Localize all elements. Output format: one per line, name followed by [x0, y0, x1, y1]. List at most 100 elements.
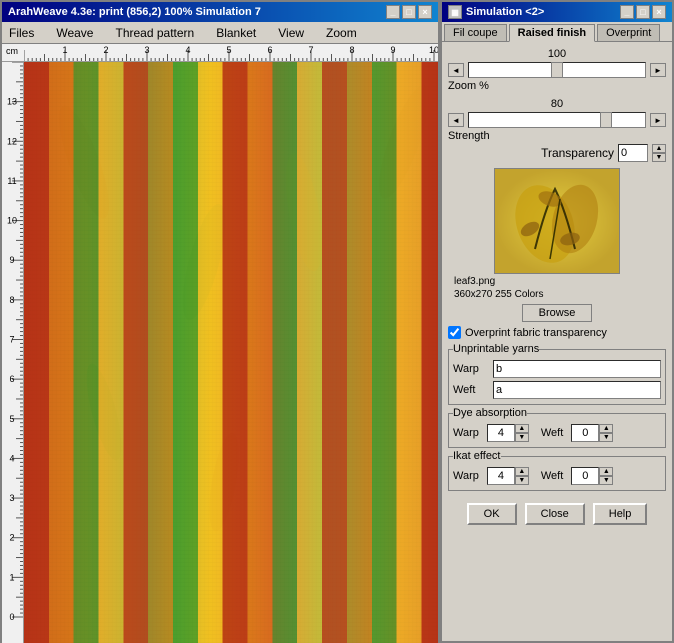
- strength-value: 80: [551, 98, 563, 110]
- menu-bar: Files Weave Thread pattern Blanket View …: [2, 22, 438, 44]
- svg-text:2: 2: [103, 45, 108, 55]
- dye-warp-spinbox: ▲ ▼: [487, 424, 529, 442]
- menu-files[interactable]: Files: [6, 25, 37, 41]
- dye-warp-input[interactable]: [487, 424, 515, 442]
- zoom-scroll-right[interactable]: ►: [650, 63, 666, 77]
- svg-text:1: 1: [9, 572, 14, 582]
- ikat-effect-legend: Ikat effect: [453, 450, 501, 462]
- weft-unprintable-input[interactable]: [493, 381, 661, 399]
- minimize-button[interactable]: _: [386, 5, 400, 19]
- svg-text:3: 3: [9, 493, 14, 503]
- svg-text:3: 3: [144, 45, 149, 55]
- dye-warp-up[interactable]: ▲: [515, 424, 529, 433]
- menu-view[interactable]: View: [275, 25, 307, 41]
- ikat-weft-down[interactable]: ▼: [599, 476, 613, 485]
- svg-text:4: 4: [9, 453, 14, 463]
- menu-zoom[interactable]: Zoom: [323, 25, 360, 41]
- vertical-ruler: (function() { var svg = document.current…: [2, 62, 24, 643]
- dye-warp-spinbtns: ▲ ▼: [515, 424, 529, 442]
- stripe-overlay: [24, 62, 438, 643]
- image-filename: leaf3.png: [454, 276, 660, 287]
- svg-text:12: 12: [7, 136, 17, 146]
- maximize-button[interactable]: □: [402, 5, 416, 19]
- svg-text:11: 11: [7, 176, 16, 186]
- zoom-scroll-left[interactable]: ◄: [448, 63, 464, 77]
- sim-title: Simulation <2>: [466, 6, 544, 18]
- tab-overprint[interactable]: Overprint: [597, 24, 660, 41]
- leaf-image-svg: [495, 169, 620, 274]
- image-dimensions: 360x270 255 Colors: [454, 289, 660, 300]
- strength-slider[interactable]: [468, 112, 646, 128]
- ikat-weft-input[interactable]: [571, 467, 599, 485]
- tab-bar: Fil coupe Raised finish Overprint: [442, 22, 672, 42]
- transparency-down[interactable]: ▼: [652, 153, 666, 162]
- image-preview-container: [494, 168, 620, 274]
- bottom-buttons: OK Close Help: [448, 499, 666, 529]
- horizontal-ruler: cm (function() { var svg = document.curr…: [2, 44, 438, 62]
- strength-scroll-left[interactable]: ◄: [448, 113, 464, 127]
- zoom-slider-container: ◄ ►: [448, 62, 666, 78]
- svg-text:9: 9: [9, 255, 14, 265]
- close-button[interactable]: ×: [418, 5, 432, 19]
- menu-weave[interactable]: Weave: [53, 25, 96, 41]
- dye-weft-up[interactable]: ▲: [599, 424, 613, 433]
- overprint-checkbox[interactable]: [448, 326, 461, 339]
- strength-slider-container: ◄ ►: [448, 112, 666, 128]
- dye-weft-input[interactable]: [571, 424, 599, 442]
- svg-text:5: 5: [226, 45, 231, 55]
- sim-minimize-button[interactable]: _: [620, 5, 634, 19]
- strength-scroll-right[interactable]: ►: [650, 113, 666, 127]
- transparency-spinbtn: ▲ ▼: [652, 144, 666, 162]
- canvas-area: (function() { var svg = document.current…: [2, 62, 438, 643]
- ikat-weft-spinbtns: ▲ ▼: [599, 467, 613, 485]
- dye-absorption-section: Dye absorption Warp ▲ ▼ Weft ▲ ▼: [448, 407, 666, 448]
- tab-raised-finish[interactable]: Raised finish: [509, 24, 595, 42]
- sim-maximize-button[interactable]: □: [636, 5, 650, 19]
- help-button[interactable]: Help: [593, 503, 648, 525]
- zoom-label: Zoom %: [448, 80, 666, 92]
- ikat-warp-spinbtns: ▲ ▼: [515, 467, 529, 485]
- main-window: ArahWeave 4.3e: print (856,2) 100% Simul…: [0, 0, 440, 643]
- svg-text:9: 9: [390, 45, 395, 55]
- transparency-up[interactable]: ▲: [652, 144, 666, 153]
- zoom-slider[interactable]: [468, 62, 646, 78]
- menu-thread-pattern[interactable]: Thread pattern: [112, 25, 197, 41]
- svg-text:8: 8: [9, 295, 14, 305]
- fabric-image: [24, 62, 438, 643]
- overprint-label: Overprint fabric transparency: [465, 327, 607, 339]
- dye-weft-down[interactable]: ▼: [599, 433, 613, 442]
- svg-text:13: 13: [7, 97, 17, 107]
- menu-blanket[interactable]: Blanket: [213, 25, 259, 41]
- ok-button[interactable]: OK: [467, 503, 517, 525]
- svg-text:10: 10: [429, 45, 438, 55]
- ikat-warp-up[interactable]: ▲: [515, 467, 529, 476]
- ikat-weft-up[interactable]: ▲: [599, 467, 613, 476]
- ikat-warp-down[interactable]: ▼: [515, 476, 529, 485]
- transparency-input[interactable]: [618, 144, 648, 162]
- weft-unprintable-label: Weft: [453, 384, 489, 396]
- svg-text:10: 10: [7, 216, 17, 226]
- warp-unprintable-input[interactable]: [493, 360, 661, 378]
- ikat-warp-input[interactable]: [487, 467, 515, 485]
- browse-button[interactable]: Browse: [522, 304, 593, 322]
- unprintable-yarns-section: Unprintable yarns Warp Weft: [448, 343, 666, 405]
- dye-weft-spinbtns: ▲ ▼: [599, 424, 613, 442]
- close-dialog-button[interactable]: Close: [525, 503, 585, 525]
- window-controls: _ □ ×: [386, 5, 432, 19]
- svg-text:2: 2: [9, 533, 14, 543]
- svg-text:6: 6: [267, 45, 272, 55]
- fabric-canvas: [24, 62, 438, 643]
- sim-icon: ▦: [448, 5, 462, 19]
- strength-value-row: 80: [448, 98, 666, 110]
- ikat-warp-label: Warp: [453, 470, 479, 482]
- panel-content: 100 ◄ ► Zoom % 80 ◄ ► Strength Transpare…: [442, 42, 672, 535]
- dye-warp-down[interactable]: ▼: [515, 433, 529, 442]
- tab-fil-coupe[interactable]: Fil coupe: [444, 24, 507, 41]
- svg-text:7: 7: [9, 335, 14, 345]
- svg-text:0: 0: [9, 612, 14, 622]
- weft-unprintable-row: Weft: [453, 381, 661, 399]
- unprintable-yarns-legend: Unprintable yarns: [453, 343, 539, 355]
- overprint-checkbox-row: Overprint fabric transparency: [448, 326, 666, 339]
- svg-text:7: 7: [308, 45, 313, 55]
- sim-close-button[interactable]: ×: [652, 5, 666, 19]
